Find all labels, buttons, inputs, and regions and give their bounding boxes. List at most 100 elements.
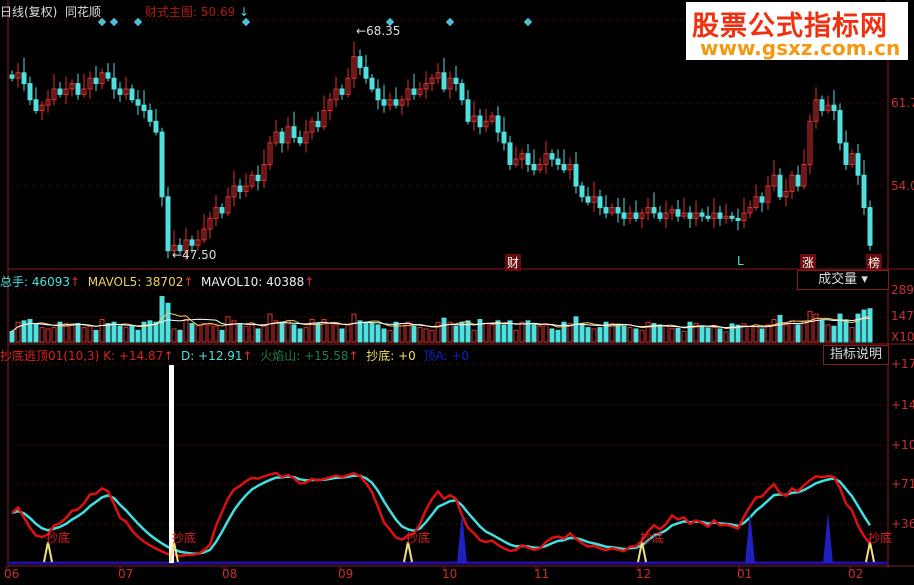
volume-bar	[111, 321, 117, 343]
volume-bar	[831, 325, 837, 343]
volume-bar	[669, 328, 675, 343]
volume-bar	[639, 329, 645, 343]
volume-bar	[555, 329, 561, 343]
volume-bar	[219, 329, 225, 343]
candle-body	[117, 88, 123, 95]
candle-body	[843, 142, 849, 165]
volume-bar	[645, 321, 651, 343]
candle-body	[603, 207, 609, 214]
candle-body	[477, 115, 483, 128]
time-axis-label: 12	[636, 567, 652, 581]
candle-body	[411, 88, 417, 95]
candle-body	[189, 239, 195, 246]
candle-body	[111, 77, 117, 90]
volume-bar	[783, 324, 789, 343]
candle-body	[735, 217, 741, 222]
candle-body	[549, 153, 555, 160]
volume-bar	[297, 328, 303, 343]
volume-bar	[675, 327, 681, 343]
volume-bar	[861, 309, 867, 343]
event-marker-zhang[interactable]: 涨	[800, 254, 817, 271]
indicator-legend: 抄底逃顶01(10,3) K: +14.87↑ D: +12.91↑ 火焰山: …	[0, 349, 469, 363]
volume-bar	[339, 328, 345, 343]
candle-body	[315, 120, 321, 128]
candle-body	[687, 212, 693, 219]
candle-body	[453, 77, 459, 85]
volume-bar	[657, 324, 663, 343]
volume-bar	[531, 324, 537, 343]
volume-bar	[153, 321, 159, 343]
volume-bar	[753, 324, 759, 343]
volume-bar	[237, 324, 243, 343]
volume-bar	[261, 324, 267, 343]
event-marker-bang[interactable]: 榜	[866, 254, 883, 271]
volume-bar	[837, 313, 843, 343]
candle-body	[861, 174, 867, 209]
volume-bar	[627, 327, 633, 343]
event-diamond-icon	[445, 17, 455, 27]
volume-bar	[579, 323, 585, 343]
volume-bar	[285, 320, 291, 343]
candle-body	[57, 88, 63, 95]
volume-bar	[729, 323, 735, 343]
price-axis-label: 61.7	[891, 96, 914, 110]
volume-bar	[381, 328, 387, 343]
volume-bar	[663, 325, 669, 343]
volume-bar	[483, 323, 489, 343]
volume-bar	[501, 324, 507, 343]
volume-bar	[633, 328, 639, 343]
volume-bar	[45, 328, 51, 343]
min-price-label: ←47.50	[172, 248, 217, 262]
candle-body	[9, 74, 15, 79]
chart-title: 日线(复权) 同花顺	[0, 5, 102, 19]
candle-body	[699, 212, 705, 217]
chart-canvas[interactable]	[0, 0, 914, 585]
event-marker-l[interactable]: L	[737, 254, 744, 268]
volume-bar	[747, 325, 753, 343]
volume-bar	[447, 321, 453, 343]
volume-bar	[39, 327, 45, 343]
indicator-help-button[interactable]: 指标说明	[823, 345, 889, 365]
volume-bar	[507, 320, 513, 343]
volume-bar	[105, 323, 111, 343]
event-marker-cai[interactable]: 财	[505, 254, 522, 271]
volume-bar	[459, 321, 465, 343]
bottom-signal-label: 抄底	[640, 531, 665, 545]
volume-bar	[123, 327, 129, 343]
volume-bar	[225, 316, 231, 343]
volume-bar	[429, 329, 435, 343]
volume-bar	[189, 323, 195, 343]
volume-bar	[387, 329, 393, 343]
candle-body	[153, 120, 159, 133]
mavol10-line	[11, 317, 871, 332]
candle-body	[93, 77, 99, 85]
volume-bar	[357, 320, 363, 343]
volume-bar	[213, 325, 219, 343]
volume-bar	[99, 319, 105, 343]
candle-body	[27, 83, 33, 101]
top-a-signal	[457, 512, 467, 563]
volume-bar	[243, 325, 249, 343]
volume-bar	[249, 324, 255, 343]
volume-bar	[135, 329, 141, 343]
candle-body	[657, 212, 663, 219]
volume-bar	[345, 324, 351, 343]
candle-body	[369, 77, 375, 90]
candle-body	[141, 104, 147, 112]
event-diamond-icon	[133, 17, 143, 27]
k-line	[11, 471, 871, 558]
candle-body	[255, 174, 261, 182]
volume-bar	[705, 327, 711, 343]
candle-body	[615, 207, 621, 214]
volume-bar	[369, 323, 375, 343]
indicator-axis-label: +17	[891, 357, 914, 371]
volume-indicator-select[interactable]: 成交量 ▾	[797, 270, 889, 290]
main-formula-readout: 财式主图: 50.69 ↓	[145, 5, 250, 19]
volume-axis-label: 289	[891, 283, 914, 297]
volume-bar	[717, 328, 723, 343]
bottom-signal-label: 抄底	[172, 531, 197, 545]
volume-bar	[51, 327, 57, 343]
volume-bar	[801, 320, 807, 343]
candle-body	[819, 99, 825, 112]
candle-body	[375, 88, 381, 101]
